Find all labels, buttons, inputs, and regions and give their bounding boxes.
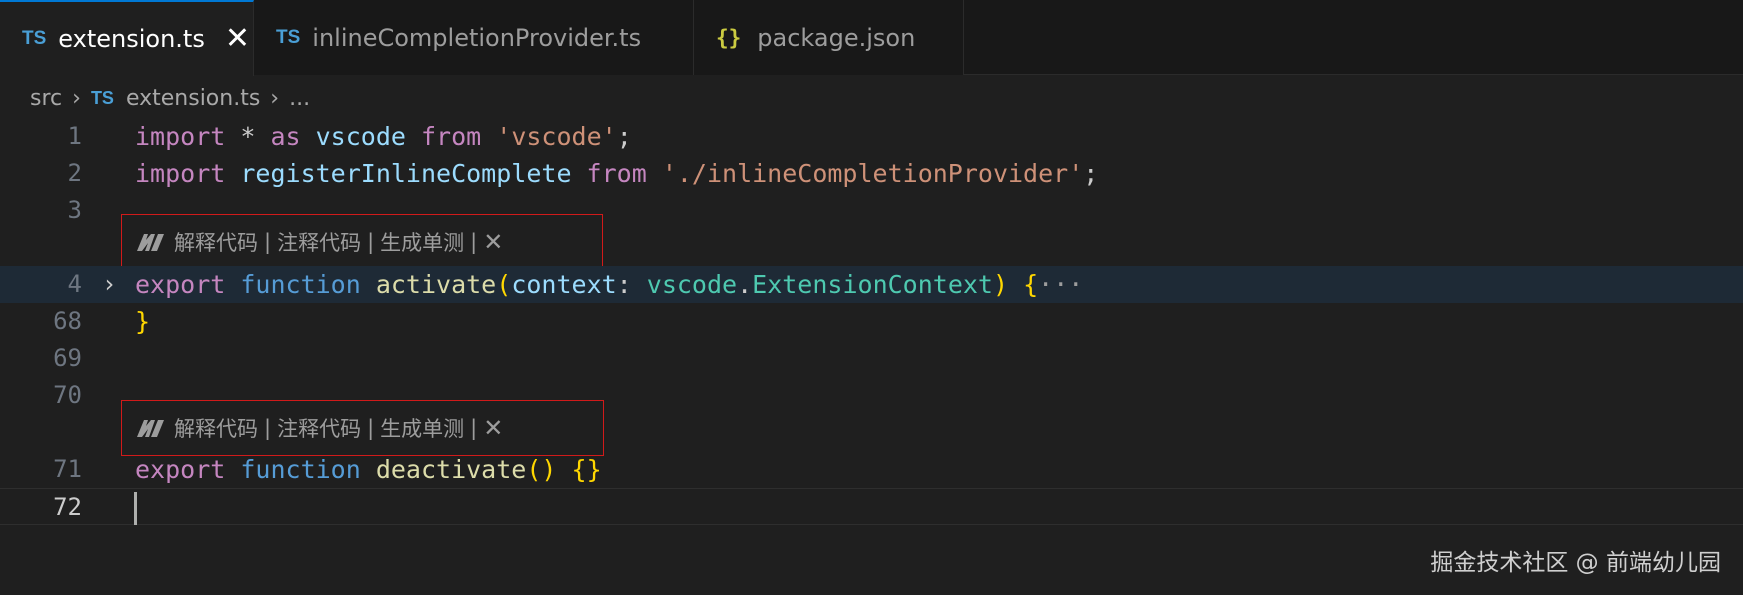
comment-code-button[interactable]: 注释代码 bbox=[277, 227, 361, 257]
typescript-file-icon: TS bbox=[22, 28, 47, 49]
line-number: 3 bbox=[67, 196, 82, 224]
line-number: 4 bbox=[67, 270, 82, 298]
code-line: 4 › export function activate(context: vs… bbox=[0, 266, 1743, 303]
line-number: 2 bbox=[67, 159, 82, 187]
code-line: 2 import registerInlineComplete from './… bbox=[0, 155, 1743, 192]
ai-assistant-logo-icon bbox=[137, 420, 164, 437]
tab-bar: TS extension.ts ✕ TS inlineCompletionPro… bbox=[0, 0, 1743, 76]
json-file-icon: {} bbox=[716, 25, 742, 50]
breadcrumb: src › TS extension.ts › ... bbox=[30, 78, 310, 118]
close-icon[interactable]: ✕ bbox=[483, 414, 503, 442]
separator: | bbox=[470, 416, 478, 440]
line-number: 68 bbox=[53, 307, 82, 335]
code-line: 71 export function deactivate() {} bbox=[0, 451, 1743, 488]
code-line: 69 bbox=[0, 340, 1743, 377]
tab-extension-ts[interactable]: TS extension.ts ✕ bbox=[0, 0, 254, 76]
explain-code-button[interactable]: 解释代码 bbox=[174, 227, 258, 257]
folded-ellipsis[interactable]: ··· bbox=[1038, 270, 1083, 299]
code-text: } bbox=[135, 307, 151, 336]
code-line: 1 import * as vscode from 'vscode'; bbox=[0, 118, 1743, 155]
line-number: 71 bbox=[53, 455, 82, 483]
tab-label: package.json bbox=[757, 23, 916, 52]
code-text: export function deactivate() {} bbox=[135, 455, 602, 484]
codelens-bar: 解释代码 | 注释代码 | 生成单测 | ✕ bbox=[121, 214, 603, 270]
close-icon[interactable]: ✕ bbox=[483, 228, 503, 256]
explain-code-button[interactable]: 解释代码 bbox=[174, 413, 258, 443]
watermark: 掘金技术社区 @ 前端幼儿园 bbox=[1430, 550, 1721, 576]
generate-unit-test-button[interactable]: 生成单测 bbox=[380, 227, 464, 257]
code-text: import registerInlineComplete from './in… bbox=[135, 159, 1099, 188]
breadcrumb-more[interactable]: ... bbox=[289, 86, 310, 111]
line-number: 70 bbox=[53, 381, 82, 409]
line-number: 69 bbox=[53, 344, 82, 372]
chevron-right-icon: › bbox=[270, 85, 280, 111]
code-line-current: 72 bbox=[0, 488, 1743, 525]
chevron-right-icon[interactable]: › bbox=[102, 266, 116, 303]
close-icon[interactable]: ✕ bbox=[225, 24, 250, 54]
comment-code-button[interactable]: 注释代码 bbox=[277, 413, 361, 443]
separator: | bbox=[264, 230, 272, 254]
tab-label: inlineCompletionProvider.ts bbox=[312, 23, 642, 52]
tab-inline-completion-provider-ts[interactable]: TS inlineCompletionProvider.ts bbox=[254, 0, 694, 75]
separator: | bbox=[264, 416, 272, 440]
breadcrumb-file[interactable]: extension.ts bbox=[126, 86, 260, 111]
line-number: 1 bbox=[67, 122, 82, 150]
typescript-file-icon: TS bbox=[276, 26, 301, 48]
text-cursor bbox=[134, 492, 137, 525]
chevron-right-icon: › bbox=[72, 85, 81, 111]
code-text: import * as vscode from 'vscode'; bbox=[135, 122, 632, 151]
generate-unit-test-button[interactable]: 生成单测 bbox=[380, 413, 464, 443]
ai-assistant-logo-icon bbox=[137, 234, 164, 251]
code-text: export function activate(context: vscode… bbox=[135, 270, 1084, 299]
codelens-bar: 解释代码 | 注释代码 | 生成单测 | ✕ bbox=[121, 400, 604, 456]
typescript-file-icon: TS bbox=[90, 87, 114, 108]
separator: | bbox=[470, 230, 478, 254]
line-number: 72 bbox=[53, 493, 82, 521]
code-line: 68 } bbox=[0, 303, 1743, 340]
tab-label: extension.ts bbox=[58, 25, 205, 53]
breadcrumb-folder[interactable]: src bbox=[30, 86, 62, 111]
separator: | bbox=[367, 416, 375, 440]
code-editor[interactable]: 1 import * as vscode from 'vscode'; 2 im… bbox=[0, 118, 1743, 595]
tab-package-json[interactable]: {} package.json bbox=[694, 0, 964, 75]
separator: | bbox=[367, 230, 375, 254]
